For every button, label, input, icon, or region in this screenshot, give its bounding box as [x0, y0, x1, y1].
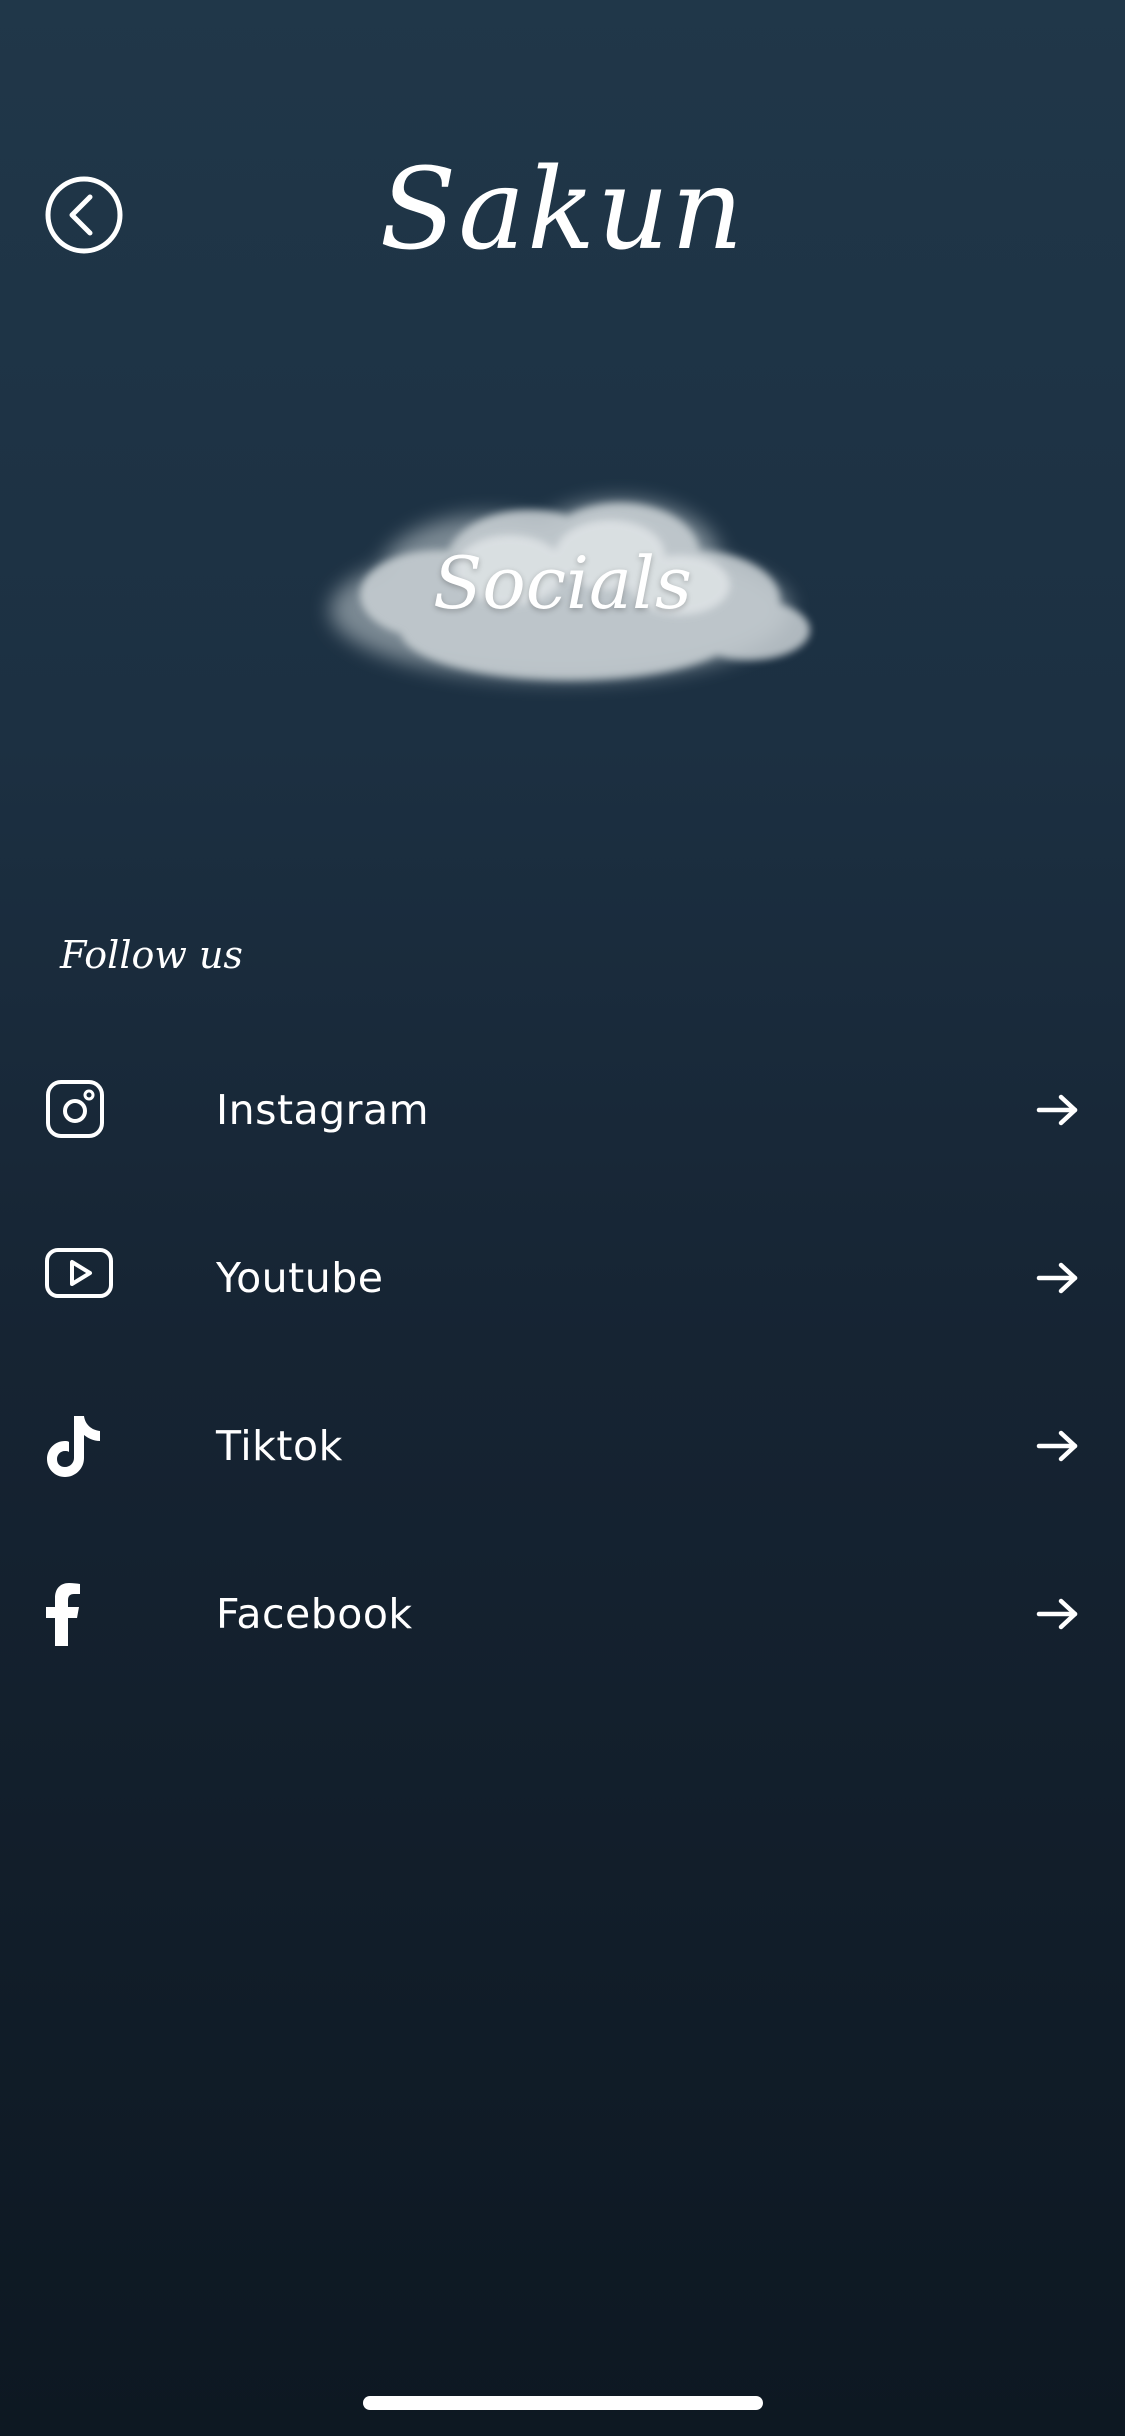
arrow-right-icon — [1036, 1262, 1078, 1294]
facebook-icon — [44, 1582, 124, 1662]
youtube-icon — [44, 1246, 124, 1326]
section-title: Socials — [433, 541, 692, 625]
tiktok-icon — [44, 1414, 124, 1494]
social-item-label: Facebook — [216, 1590, 413, 1638]
arrow-right-icon — [1036, 1430, 1078, 1462]
social-item-youtube[interactable]: Youtube — [0, 1220, 1125, 1388]
arrow-right-icon — [1036, 1598, 1078, 1630]
follow-us-label: Follow us — [60, 933, 243, 977]
social-item-instagram[interactable]: Instagram — [0, 1052, 1125, 1220]
social-item-label: Tiktok — [216, 1422, 343, 1470]
social-list: Instagram Youtube Tiktok Facebook — [0, 1052, 1125, 1724]
home-indicator[interactable] — [363, 2396, 763, 2410]
social-item-facebook[interactable]: Facebook — [0, 1556, 1125, 1724]
instagram-icon — [44, 1078, 124, 1158]
arrow-right-icon — [1036, 1094, 1078, 1126]
social-item-label: Youtube — [216, 1254, 384, 1302]
app-title: Sakun — [379, 145, 746, 275]
social-item-label: Instagram — [216, 1086, 430, 1134]
social-item-tiktok[interactable]: Tiktok — [0, 1388, 1125, 1556]
